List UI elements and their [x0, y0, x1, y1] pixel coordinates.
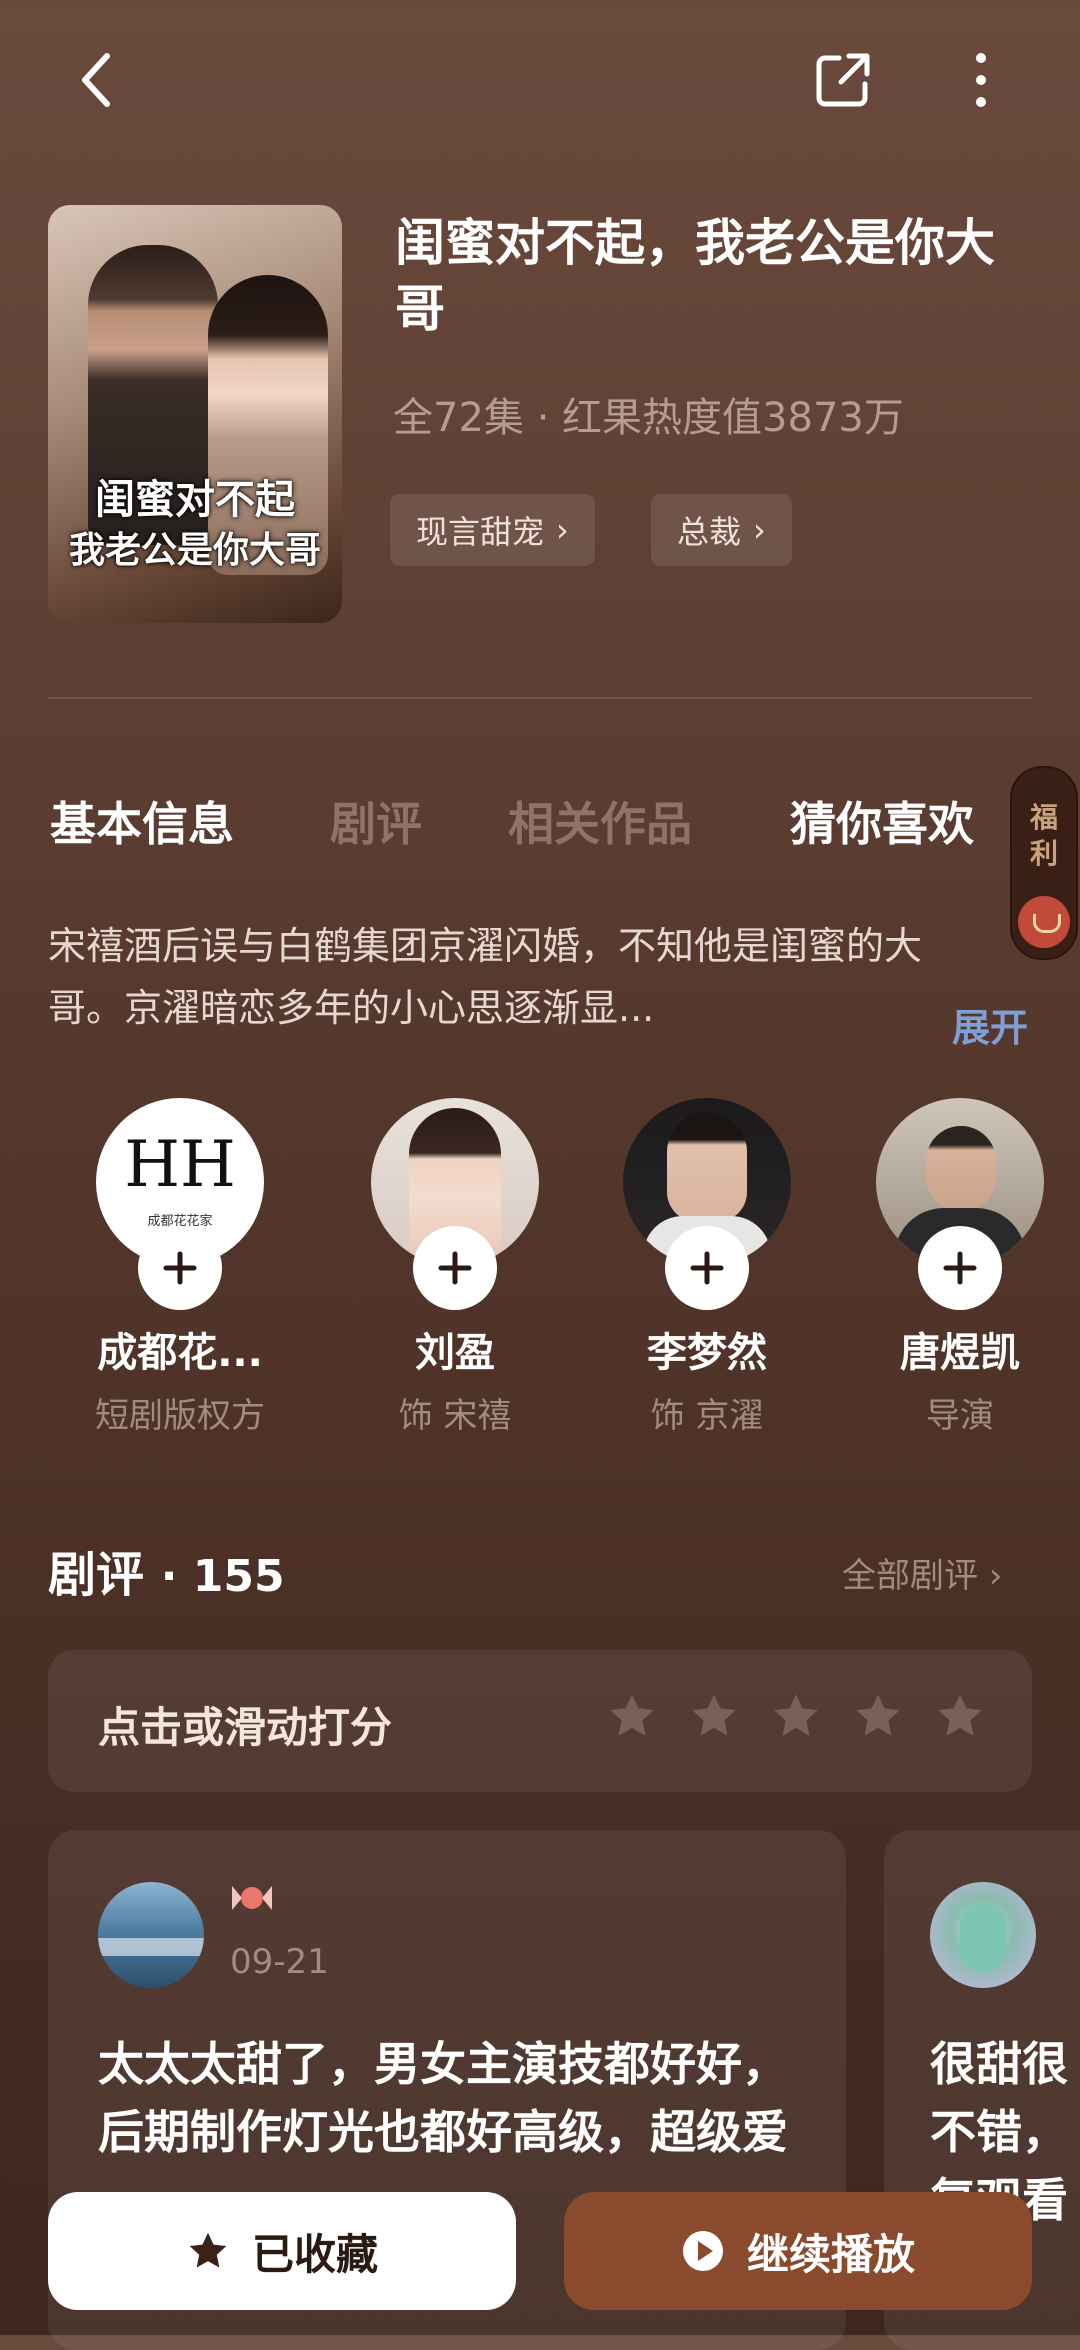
- share-button[interactable]: [798, 35, 888, 125]
- avatar: [930, 1882, 1036, 1988]
- more-button[interactable]: [936, 35, 1026, 125]
- rating-box[interactable]: 点击或滑动打分: [48, 1650, 1032, 1792]
- studio-logo: HH: [124, 1128, 236, 1202]
- reviews-title: 剧评: [48, 1547, 145, 1603]
- follow-button[interactable]: [413, 1226, 497, 1310]
- tag-romance[interactable]: 现言甜宠 ›: [390, 494, 595, 566]
- play-icon: [682, 2231, 723, 2271]
- plus-icon: [163, 1251, 197, 1285]
- tag-ceo[interactable]: 总裁 ›: [651, 494, 792, 566]
- cast-name: 成都花...: [97, 1330, 263, 1376]
- plus-icon: [438, 1251, 472, 1285]
- star-icon[interactable]: [934, 1690, 986, 1742]
- collect-button[interactable]: 已收藏: [48, 2192, 516, 2310]
- cast-item[interactable]: 李梦然 饰 京濯: [622, 1098, 792, 1436]
- plus-icon: [690, 1251, 724, 1285]
- cast-name: 刘盈: [415, 1330, 495, 1376]
- follow-button[interactable]: [665, 1226, 749, 1310]
- cast-role: 短剧版权方: [95, 1396, 265, 1436]
- more-vertical-icon: [976, 53, 986, 107]
- star-filled-icon: [189, 2232, 227, 2268]
- cast-role: 导演: [926, 1396, 994, 1436]
- star-icon[interactable]: [606, 1690, 658, 1742]
- tab-related-works[interactable]: 相关作品: [508, 788, 692, 854]
- cast-item[interactable]: 唐煜凯 导演: [875, 1098, 1045, 1436]
- chevron-right-icon: ›: [556, 511, 569, 549]
- share-icon: [816, 53, 870, 107]
- cast-item[interactable]: HH 成都花花家 成都花... 短剧版权方: [95, 1098, 265, 1436]
- continue-play-button[interactable]: 继续播放: [564, 2192, 1032, 2310]
- tag-label: 现言甜宠: [416, 513, 545, 551]
- welfare-label-1: 福: [1029, 801, 1058, 834]
- cast-role: 饰 京濯: [650, 1396, 764, 1436]
- tag-label: 总裁: [677, 513, 742, 551]
- star-icon[interactable]: [688, 1690, 740, 1742]
- back-button[interactable]: [52, 35, 142, 125]
- avatar: [98, 1882, 204, 1988]
- star-rating[interactable]: [606, 1690, 986, 1742]
- cast-item[interactable]: 刘盈 饰 宋禧: [370, 1098, 540, 1436]
- cast-name: 李梦然: [647, 1330, 767, 1376]
- star-icon[interactable]: [852, 1690, 904, 1742]
- star-icon[interactable]: [770, 1690, 822, 1742]
- cast-role: 饰 宋禧: [398, 1396, 512, 1436]
- poster-title: 闺蜜对不起 我老公是你大哥: [68, 476, 321, 571]
- review-text: 太太太甜了，男女主演技都好好，后期制作灯光也都好高级，超级爱🧧🧧...: [98, 2037, 788, 2159]
- candy-badge-icon: [230, 1882, 272, 1912]
- welfare-label-2: 利: [1029, 837, 1058, 870]
- rating-prompt: 点击或滑动打分: [98, 1703, 393, 1752]
- follow-button[interactable]: [138, 1226, 222, 1310]
- tab-guess-you-like[interactable]: 猜你喜欢: [790, 788, 974, 854]
- reviews-header: 剧评 · 155: [48, 1535, 285, 1605]
- tab-basic-info[interactable]: 基本信息: [50, 788, 234, 854]
- chevron-right-icon: ›: [988, 1556, 1003, 1596]
- divider: [48, 697, 1032, 699]
- cast-name: 唐煜凯: [900, 1330, 1020, 1376]
- synopsis-text: 宋禧酒后误与白鹤集团京濯闪婚，不知他是闺蜜的大哥。京濯暗恋多年的小心思逐渐显..…: [48, 924, 923, 1030]
- all-reviews-label: 全部剧评: [842, 1556, 978, 1596]
- drama-poster[interactable]: 闺蜜对不起 我老公是你大哥: [48, 205, 342, 623]
- expand-link[interactable]: 展开: [952, 997, 1028, 1052]
- plus-icon: [943, 1251, 977, 1285]
- follow-button[interactable]: [918, 1226, 1002, 1310]
- back-arrow-icon: [82, 53, 110, 107]
- chevron-right-icon: ›: [753, 511, 766, 549]
- reviews-count: · 155: [160, 1551, 285, 1602]
- collect-label: 已收藏: [251, 2229, 378, 2279]
- drama-meta: 全72集 · 红果热度值3873万: [393, 395, 904, 441]
- tab-reviews[interactable]: 剧评: [330, 788, 422, 854]
- drama-title: 闺蜜对不起，我老公是你大哥: [395, 214, 995, 338]
- review-date: 09-21: [230, 1942, 329, 1982]
- play-label: 继续播放: [746, 2229, 915, 2279]
- all-reviews-link[interactable]: 全部剧评 ›: [842, 1548, 1002, 1597]
